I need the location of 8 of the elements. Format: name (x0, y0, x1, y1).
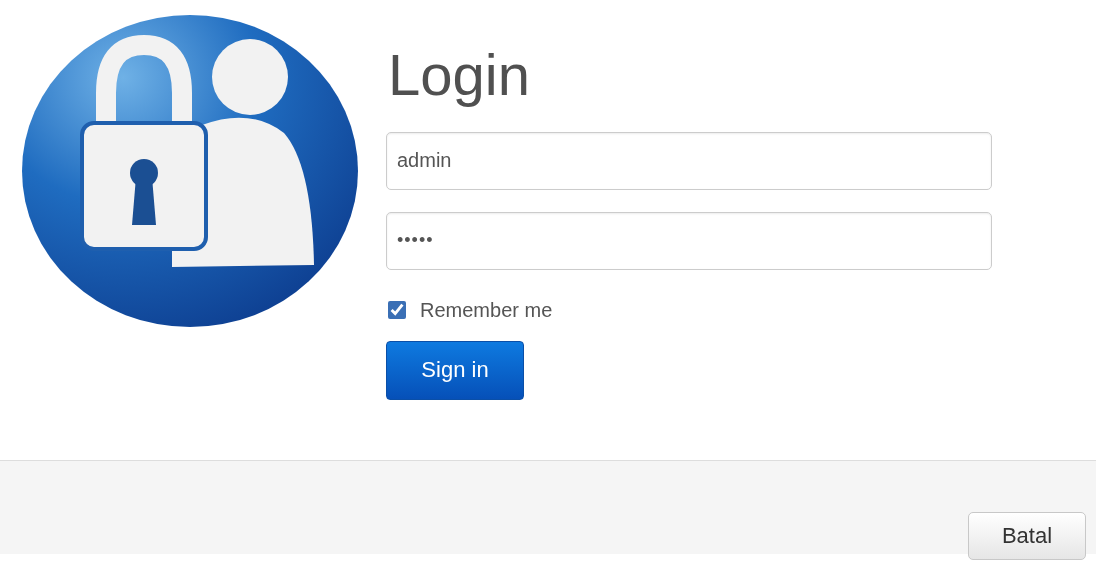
remember-checkbox[interactable] (388, 301, 406, 320)
sign-in-button[interactable]: Sign in (386, 340, 524, 400)
cancel-button[interactable]: Batal (968, 512, 1086, 560)
login-title: Login (388, 43, 531, 107)
lock-user-icon (22, 15, 358, 327)
username-field[interactable]: admin (386, 131, 992, 190)
remember-label: Remember me (420, 298, 553, 322)
password-field[interactable]: ••••• (386, 211, 992, 270)
